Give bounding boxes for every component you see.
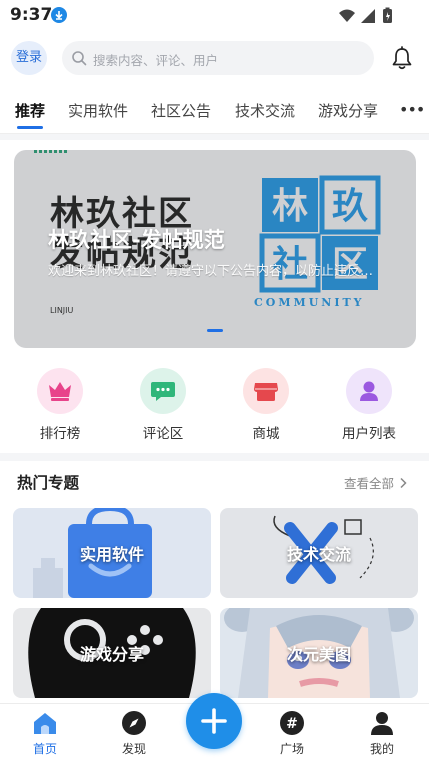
carousel-indicator xyxy=(207,329,223,332)
svg-text:林: 林 xyxy=(272,186,308,227)
section-divider xyxy=(0,453,429,461)
quick-ranking[interactable]: 排行榜 xyxy=(20,368,100,442)
banner-title: 林玖社区-发帖规范 xyxy=(48,228,225,252)
main-content: 林玖社区 发帖规范 林 玖 社 区 COMMUNITY LINJIU 林玖社区-… xyxy=(0,140,429,703)
topic-card-games[interactable]: 游戏分享 xyxy=(13,608,211,698)
tab-software[interactable]: 实用软件 xyxy=(68,100,128,121)
topic-card-software[interactable]: 实用软件 xyxy=(13,508,211,598)
quick-actions: 排行榜 评论区 商城 用户列表 xyxy=(0,368,429,442)
svg-text:#: # xyxy=(286,716,298,732)
home-icon xyxy=(32,710,58,736)
status-icons xyxy=(339,7,392,23)
quick-store[interactable]: 商城 xyxy=(226,368,306,442)
app-screen: 9:37 登录 搜索内容、评论、用户 推荐 实用软件 社区公告 技术交流 游戏分… xyxy=(0,0,429,763)
nav-home[interactable]: 首页 xyxy=(15,710,75,757)
store-icon xyxy=(243,368,289,414)
search-input[interactable]: 搜索内容、评论、用户 xyxy=(62,41,374,75)
compass-icon xyxy=(121,710,147,736)
search-placeholder: 搜索内容、评论、用户 xyxy=(93,53,219,68)
crown-icon xyxy=(37,368,83,414)
bell-icon[interactable] xyxy=(390,46,414,72)
hot-topics-title: 热门专题 xyxy=(17,474,80,492)
see-all-link[interactable]: 查看全部 xyxy=(344,473,408,492)
banner-small-text: LINJIU xyxy=(50,306,74,315)
nav-square[interactable]: # 广场 xyxy=(262,710,322,757)
topic-card-tech[interactable]: 技术交流 xyxy=(220,508,418,598)
active-tab-indicator xyxy=(17,126,43,129)
plus-icon xyxy=(201,708,227,734)
nav-discover[interactable]: 发现 xyxy=(104,710,164,757)
top-header: 登录 搜索内容、评论、用户 xyxy=(0,30,429,86)
banner-carousel[interactable]: 林玖社区 发帖规范 林 玖 社 区 COMMUNITY LINJIU 林玖社区-… xyxy=(14,150,416,348)
tab-announcement[interactable]: 社区公告 xyxy=(151,100,211,121)
quick-userlist[interactable]: 用户列表 xyxy=(329,368,409,442)
tab-recommend[interactable]: 推荐 xyxy=(15,100,45,121)
status-bar: 9:37 xyxy=(0,0,429,30)
nav-mine[interactable]: 我的 xyxy=(352,710,412,757)
banner-decoration xyxy=(34,150,68,153)
svg-text:玖: 玖 xyxy=(332,186,368,227)
create-post-button[interactable] xyxy=(186,693,242,749)
topic-card-anime[interactable]: 次元美图 xyxy=(220,608,418,698)
search-icon xyxy=(72,51,87,66)
status-time: 9:37 xyxy=(10,5,53,25)
comment-icon xyxy=(140,368,186,414)
download-icon xyxy=(51,7,67,23)
login-button[interactable]: 登录 xyxy=(11,41,47,75)
chevron-right-icon xyxy=(400,477,407,489)
hashtag-icon: # xyxy=(279,710,305,736)
tab-tech[interactable]: 技术交流 xyxy=(235,100,295,121)
category-tabs: 推荐 实用软件 社区公告 技术交流 游戏分享 ••• xyxy=(0,86,429,134)
tab-games[interactable]: 游戏分享 xyxy=(318,100,378,121)
more-tabs-icon[interactable]: ••• xyxy=(399,100,425,119)
banner-subtitle: 欢迎来到林玖社区！请遵守以下公告内容，以防止违反社区规范 xyxy=(48,264,378,279)
banner-community-word: COMMUNITY xyxy=(254,296,365,309)
quick-comments[interactable]: 评论区 xyxy=(123,368,203,442)
profile-icon xyxy=(369,710,395,736)
user-icon xyxy=(346,368,392,414)
